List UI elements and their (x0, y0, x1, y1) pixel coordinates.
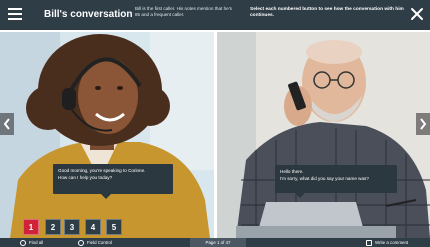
agent-illustration (0, 30, 216, 238)
caller-speech-bubble: Hello there. I'm sorry, what did you say… (275, 165, 397, 198)
panel-divider (214, 30, 217, 238)
conversation-scene: Good morning, you're speaking to Corinne… (0, 30, 430, 238)
step-button-4[interactable]: 4 (85, 219, 101, 235)
search-icon (20, 239, 26, 246)
conversation-app: Bill's conversation Bill is the first ca… (0, 0, 430, 247)
menu-button[interactable] (8, 7, 22, 21)
agent-line-2: How can I help you today? (58, 175, 113, 180)
chevron-left-icon (3, 118, 10, 130)
caller-line-2: I'm sorry, what did you say your name wa… (280, 176, 369, 181)
write-comment-button[interactable]: Write a comment (366, 239, 408, 246)
agent-speech-bubble: Good morning, you're speaking to Corinne… (53, 164, 173, 199)
header-bar: Bill's conversation Bill is the first ca… (0, 0, 430, 32)
find-all-button[interactable]: Find all (20, 239, 43, 246)
caller-photo (216, 30, 430, 238)
caller-description: Bill is the first caller. His notes ment… (135, 6, 232, 17)
agent-photo (0, 30, 216, 238)
chevron-right-icon (420, 118, 427, 130)
settings-icon (78, 239, 84, 246)
menu-icon-bar (8, 13, 22, 15)
step-button-1[interactable]: 1 (23, 219, 39, 235)
step-button-2[interactable]: 2 (45, 219, 61, 235)
step-button-5[interactable]: 5 (106, 219, 122, 235)
agent-line-1: Good morning, you're speaking to Corinne… (58, 168, 146, 173)
comment-icon (366, 239, 372, 246)
caller-illustration (216, 30, 430, 238)
close-button[interactable] (409, 6, 425, 22)
previous-button[interactable] (0, 113, 14, 135)
find-all-label: Find all (29, 240, 44, 245)
field-control-label: Field Control (87, 240, 112, 245)
step-button-3[interactable]: 3 (64, 219, 80, 235)
next-button[interactable] (416, 113, 430, 135)
caller-line-1: Hello there. (280, 169, 304, 174)
write-comment-label: Write a comment (375, 240, 409, 245)
page-indicator: Page 1 of 47 (190, 238, 246, 247)
menu-icon (8, 8, 22, 10)
close-icon (411, 8, 423, 20)
bottom-toolbar: Find all Field Control Page 1 of 47 Writ… (0, 238, 430, 247)
page-title: Bill's conversation (44, 9, 133, 20)
instruction-text: Select each numbered button to see how t… (250, 7, 404, 19)
field-control-button[interactable]: Field Control (78, 239, 112, 246)
menu-icon-bar (8, 18, 22, 20)
